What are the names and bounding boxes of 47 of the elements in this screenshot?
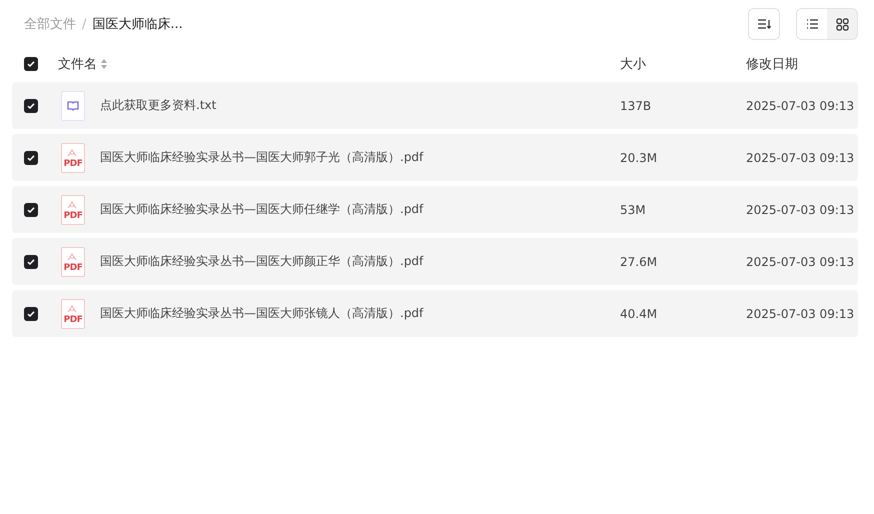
row-checkbox[interactable]: [24, 150, 38, 164]
column-header: 大小: [620, 56, 647, 73]
row-checkbox[interactable]: [24, 202, 38, 216]
breadcrumb-separator: /: [82, 16, 86, 32]
list-icon: [806, 19, 818, 29]
row-checkbox[interactable]: [24, 306, 38, 320]
modified-date: 2025-07-03 09:13: [746, 254, 856, 268]
file-row[interactable]: PDF 国医大师临床经验实录丛书—国医大师颜正华（高清版）.pdf 27.6M 2025-07-03 09:13: [12, 238, 858, 285]
sort-button[interactable]: [748, 8, 780, 40]
row-checkbox[interactable]: [24, 254, 38, 268]
file-row[interactable]: PDF 国医大师临床经验实录丛书—国医大师郭子光（高清版）.pdf 20.3M 2025-07-03 09:13: [12, 134, 858, 181]
file-name[interactable]: 国医大师临床经验实录丛书—国医大师任继学（高清版）.pdf: [100, 201, 620, 218]
book-file-icon: [61, 90, 85, 120]
file-name[interactable]: 国医大师临床经验实录丛书—国医大师张镜人（高清版）.pdf: [100, 305, 620, 322]
column-header[interactable]: 文件名: [58, 55, 97, 73]
pdf-file-icon: PDF: [61, 246, 85, 276]
modified-date: 2025-07-03 09:13: [746, 98, 856, 112]
modified-date: 2025-07-03 09:13: [746, 202, 856, 216]
pdf-file-icon: PDF: [61, 298, 85, 328]
select-all-checkbox[interactable]: [24, 57, 38, 71]
file-row[interactable]: 点此获取更多资料.txt 137B 2025-07-03 09:13: [12, 82, 858, 129]
check-icon: [27, 154, 35, 162]
check-icon: [27, 310, 35, 318]
file-size: 27.6M: [620, 254, 658, 268]
row-checkbox[interactable]: [24, 98, 38, 112]
check-icon: [27, 206, 35, 214]
modified-date: 2025-07-03 09:13: [746, 306, 856, 320]
file-name[interactable]: 点此获取更多资料.txt: [100, 97, 620, 114]
column-header: 修改日期: [746, 56, 799, 73]
file-row[interactable]: PDF 国医大师临床经验实录丛书—国医大师任继学（高清版）.pdf 53M 2025-07-03 09:13: [12, 186, 858, 233]
file-size: 20.3M: [620, 150, 658, 164]
file-row[interactable]: PDF 国医大师临床经验实录丛书—国医大师张镜人（高清版）.pdf 40.4M 2025-07-03 09:13: [12, 290, 858, 337]
check-icon: [27, 258, 35, 266]
file-name[interactable]: 国医大师临床经验实录丛书—国医大师颜正华（高清版）.pdf: [100, 253, 620, 270]
list-view-button[interactable]: [797, 9, 827, 39]
sort-icon: [757, 18, 771, 30]
check-icon: [27, 60, 35, 68]
file-size: 137B: [620, 98, 652, 112]
file-name[interactable]: 国医大师临床经验实录丛书—国医大师郭子光（高清版）.pdf: [100, 149, 620, 166]
breadcrumb-item: 国医大师临床...: [92, 16, 183, 33]
check-icon: [27, 102, 35, 110]
grid-icon: [836, 18, 848, 30]
file-size: 53M: [620, 202, 647, 216]
file-size: 40.4M: [620, 306, 658, 320]
modified-date: 2025-07-03 09:13: [746, 150, 856, 164]
pdf-file-icon: PDF: [61, 142, 85, 172]
pdf-file-icon: PDF: [61, 194, 85, 224]
